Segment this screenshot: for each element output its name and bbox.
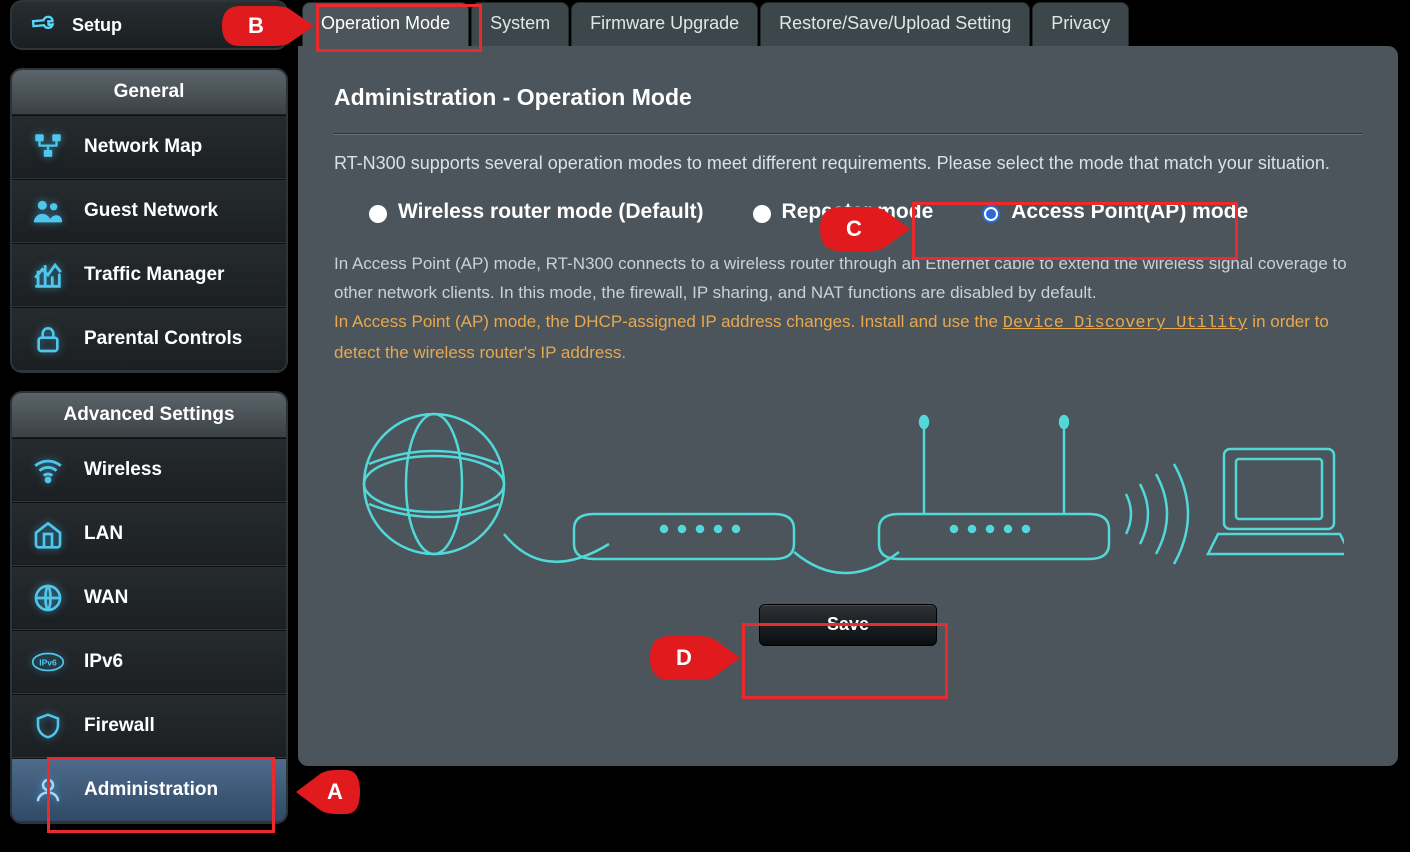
sidebar-item-traffic-manager[interactable]: Traffic Manager <box>12 243 286 307</box>
tab-firmware-upgrade[interactable]: Firmware Upgrade <box>571 2 758 46</box>
radio-repeater[interactable]: Repeater mode <box>748 200 934 224</box>
desc-warn-pre: In Access Point (AP) mode, the DHCP-assi… <box>334 312 1003 331</box>
tab-system[interactable]: System <box>471 2 569 46</box>
tab-privacy[interactable]: Privacy <box>1032 2 1129 46</box>
quick-setup-button[interactable]: Setup <box>10 0 288 50</box>
tab-operation-mode[interactable]: Operation Mode <box>302 2 469 46</box>
settings-panel: Administration - Operation Mode RT-N300 … <box>298 46 1398 766</box>
sidebar-item-label: Firewall <box>84 715 155 737</box>
sidebar-item-label: Administration <box>84 779 218 801</box>
ipv6-icon: IPv6 <box>30 644 66 680</box>
radio-label: Access Point(AP) mode <box>1011 200 1248 224</box>
sidebar-item-network-map[interactable]: Network Map <box>12 115 286 179</box>
shield-icon <box>30 708 66 744</box>
radio-repeater-input[interactable] <box>753 205 771 223</box>
sidebar-item-label: WAN <box>84 587 128 609</box>
sidebar-section-advanced: Advanced Settings <box>12 393 286 438</box>
svg-text:IPv6: IPv6 <box>39 657 57 667</box>
save-button[interactable]: Save <box>759 604 937 646</box>
page-title: Administration - Operation Mode <box>334 84 1362 111</box>
sidebar-item-label: Traffic Manager <box>84 264 224 286</box>
home-icon <box>30 516 66 552</box>
setup-label: Setup <box>72 15 122 36</box>
topology-diagram <box>344 394 1362 594</box>
sidebar-item-label: Network Map <box>84 136 202 158</box>
radio-wireless-router[interactable]: Wireless router mode (Default) <box>364 200 704 224</box>
network-map-icon <box>30 129 66 165</box>
sidebar-section-general: General <box>12 70 286 115</box>
sidebar-item-firewall[interactable]: Firewall <box>12 694 286 758</box>
divider <box>334 133 1362 135</box>
globe-icon <box>30 580 66 616</box>
sidebar-item-label: Guest Network <box>84 200 218 222</box>
sidebar-item-label: IPv6 <box>84 651 123 673</box>
wifi-icon <box>30 452 66 488</box>
desc-plain: In Access Point (AP) mode, RT-N300 conne… <box>334 254 1347 302</box>
radio-label: Wireless router mode (Default) <box>398 200 704 224</box>
radio-label: Repeater mode <box>782 200 934 224</box>
sidebar-item-wan[interactable]: WAN <box>12 566 286 630</box>
wrench-icon <box>23 3 66 46</box>
sidebar-item-ipv6[interactable]: IPv6 IPv6 <box>12 630 286 694</box>
chart-icon <box>30 257 66 293</box>
intro-text: RT-N300 supports several operation modes… <box>334 153 1362 174</box>
lock-icon <box>30 321 66 357</box>
sidebar-item-administration[interactable]: Administration <box>12 758 286 822</box>
sidebar-item-guest-network[interactable]: Guest Network <box>12 179 286 243</box>
sidebar-item-label: LAN <box>84 523 123 545</box>
device-discovery-link[interactable]: Device Discovery Utility <box>1003 314 1248 333</box>
mode-description: In Access Point (AP) mode, RT-N300 conne… <box>334 250 1362 368</box>
radio-wireless-router-input[interactable] <box>369 205 387 223</box>
admin-user-icon <box>30 772 66 808</box>
sidebar-item-label: Wireless <box>84 459 162 481</box>
tab-restore-save-upload[interactable]: Restore/Save/Upload Setting <box>760 2 1030 46</box>
radio-access-point[interactable]: Access Point(AP) mode <box>977 200 1248 224</box>
sidebar-item-lan[interactable]: LAN <box>12 502 286 566</box>
sidebar-item-parental-controls[interactable]: Parental Controls <box>12 307 286 371</box>
sidebar-item-wireless[interactable]: Wireless <box>12 438 286 502</box>
sidebar-item-label: Parental Controls <box>84 328 242 350</box>
radio-access-point-input[interactable] <box>982 205 1000 223</box>
users-icon <box>30 193 66 229</box>
